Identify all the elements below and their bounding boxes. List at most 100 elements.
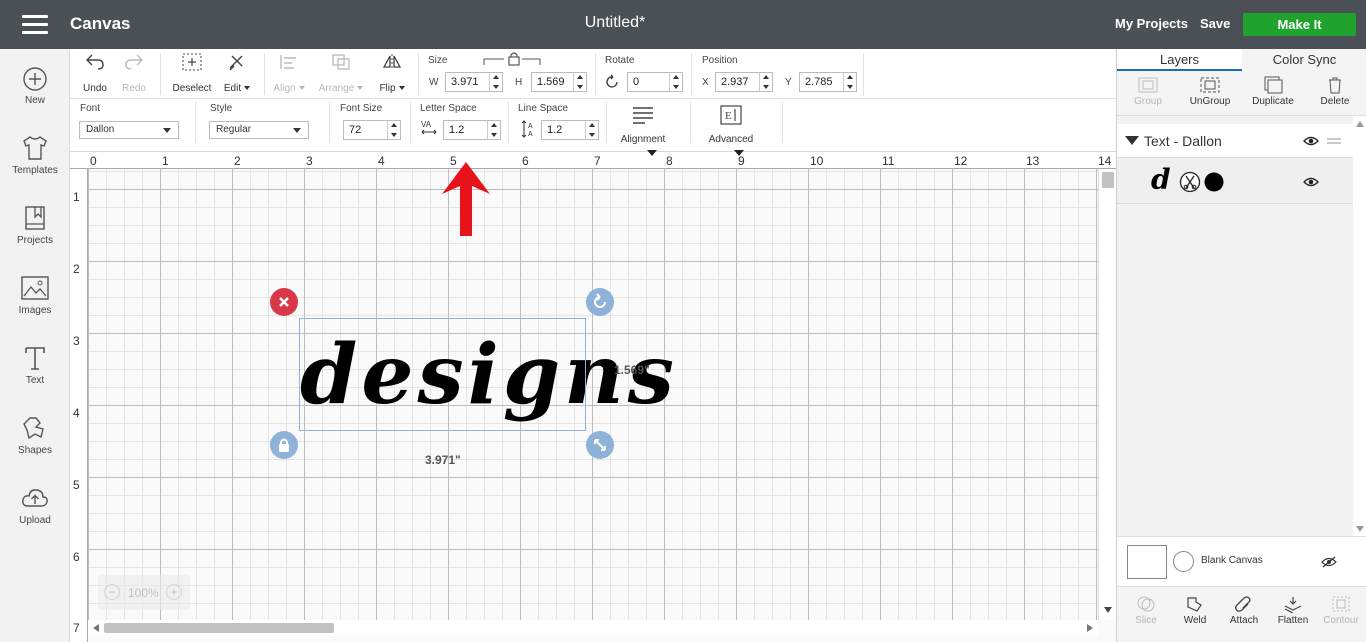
collapse-triangle-icon[interactable]: [1125, 136, 1139, 146]
canvas-color-swatch[interactable]: [1127, 545, 1167, 579]
scrollbar-thumb[interactable]: [1102, 172, 1114, 188]
height-field[interactable]: 1.569: [531, 72, 587, 92]
align-menu[interactable]: Align: [272, 52, 306, 94]
operation-cut-icon[interactable]: [1179, 171, 1201, 193]
weld-label: Weld: [1183, 615, 1207, 626]
font-select[interactable]: Dallon: [79, 121, 179, 139]
rotate-field[interactable]: 0: [627, 72, 683, 92]
sidebar-item-text[interactable]: Text: [0, 344, 70, 386]
layer-item-row[interactable]: d: [1117, 159, 1353, 204]
width-field[interactable]: 3.971: [445, 72, 503, 92]
drag-handle-icon[interactable]: [1327, 137, 1341, 145]
lock-icon: [279, 438, 289, 452]
deselect-button[interactable]: Deselect: [170, 52, 214, 94]
font-size-label: Font Size: [340, 103, 383, 114]
blank-canvas-row[interactable]: Blank Canvas: [1117, 536, 1366, 586]
color-swatch-icon[interactable]: [1203, 171, 1225, 193]
sidebar-item-upload[interactable]: Upload: [0, 484, 70, 526]
ruler-tick-label: 11: [882, 154, 895, 168]
width-stepper[interactable]: [489, 73, 502, 91]
font-size-stepper[interactable]: [387, 121, 400, 139]
letter-space-field[interactable]: 1.2: [443, 120, 501, 140]
font-size-field[interactable]: 72: [343, 120, 401, 140]
slice-button[interactable]: Slice: [1121, 595, 1171, 626]
height-stepper[interactable]: [573, 73, 586, 91]
tab-color-sync[interactable]: Color Sync: [1242, 49, 1366, 71]
chevron-down-icon: [398, 86, 405, 91]
font-value: Dallon: [86, 124, 115, 135]
vertical-scrollbar[interactable]: [1098, 169, 1116, 620]
flatten-button[interactable]: Flatten: [1268, 595, 1318, 626]
tab-layers[interactable]: Layers: [1117, 49, 1242, 71]
ruler-tick-label: 7: [594, 154, 601, 168]
sidebar-item-images[interactable]: Images: [0, 274, 70, 316]
divider: [410, 101, 411, 143]
weld-button[interactable]: Weld: [1170, 595, 1220, 626]
sidebar-item-projects[interactable]: Projects: [0, 204, 70, 246]
edit-icon: [229, 55, 243, 71]
divider: [195, 101, 196, 143]
ruler-tick-label: 14: [1098, 154, 1112, 168]
alignment-menu[interactable]: Alignment: [616, 105, 670, 145]
redo-button[interactable]: Redo: [121, 52, 147, 94]
style-select[interactable]: Regular: [209, 121, 309, 139]
flip-menu[interactable]: Flip: [375, 52, 409, 94]
blank-canvas-label: Blank Canvas: [1201, 555, 1263, 566]
canvas-color-picker[interactable]: [1173, 551, 1194, 572]
y-position-field[interactable]: 2.785: [799, 72, 857, 92]
delete-button[interactable]: Delete: [1310, 76, 1360, 107]
line-space-stepper[interactable]: [585, 121, 598, 139]
arrange-menu[interactable]: Arrange: [316, 52, 366, 94]
duplicate-button[interactable]: Duplicate: [1245, 76, 1301, 107]
resize-handle[interactable]: [586, 431, 614, 459]
image-icon: [21, 276, 49, 300]
layer-thumbnail: d: [1151, 163, 1171, 196]
redo-label: Redo: [122, 83, 146, 94]
sidebar-item-shapes[interactable]: Shapes: [0, 414, 70, 456]
lock-icon[interactable]: [482, 51, 544, 67]
group-button[interactable]: Group: [1123, 76, 1173, 107]
x-position-field[interactable]: 2.937: [715, 72, 773, 92]
height-dimension-label: 1.569": [614, 363, 650, 377]
zoom-in-button[interactable]: +: [166, 584, 182, 600]
contour-button[interactable]: Contour: [1316, 595, 1366, 626]
horizontal-scrollbar[interactable]: [88, 620, 1098, 635]
attach-button[interactable]: Attach: [1219, 595, 1269, 626]
flatten-label: Flatten: [1277, 615, 1309, 626]
chevron-down-icon: [163, 128, 171, 133]
letter-space-stepper[interactable]: [487, 121, 500, 139]
my-projects-link[interactable]: My Projects: [1115, 16, 1188, 31]
edit-menu[interactable]: Edit: [220, 52, 254, 94]
contour-label: Contour: [1323, 615, 1359, 626]
layer-group-row[interactable]: Text - Dallon: [1117, 124, 1353, 158]
scroll-right-icon[interactable]: [1086, 623, 1094, 633]
eye-icon[interactable]: [1303, 136, 1319, 146]
ungroup-button[interactable]: UnGroup: [1185, 76, 1235, 107]
advanced-menu[interactable]: E Advanced: [704, 104, 758, 145]
scrollbar-thumb[interactable]: [104, 623, 334, 633]
sidebar-item-templates[interactable]: Templates: [0, 134, 70, 176]
line-space-field[interactable]: 1.2: [541, 120, 599, 140]
save-button[interactable]: Save: [1200, 16, 1230, 31]
scroll-left-icon[interactable]: [92, 623, 100, 633]
y-stepper[interactable]: [843, 73, 856, 91]
panel-scrollbar[interactable]: [1353, 116, 1366, 536]
undo-button[interactable]: Undo: [82, 52, 108, 94]
scroll-up-icon[interactable]: [1356, 121, 1364, 127]
selection-box[interactable]: [299, 318, 586, 431]
sidebar-item-new[interactable]: New: [0, 66, 70, 106]
x-stepper[interactable]: [759, 73, 772, 91]
zoom-out-button[interactable]: −: [104, 584, 120, 600]
sidebar-item-label: Shapes: [18, 445, 52, 456]
lock-proportions-handle[interactable]: [270, 431, 298, 459]
rotate-handle[interactable]: [586, 288, 614, 316]
scroll-down-icon[interactable]: [1356, 526, 1364, 532]
scroll-down-icon[interactable]: [1103, 606, 1113, 614]
eye-icon[interactable]: [1303, 177, 1319, 187]
rotate-stepper[interactable]: [669, 73, 682, 91]
arrange-label: Arrange: [318, 83, 355, 94]
eye-hidden-icon[interactable]: [1321, 556, 1337, 568]
delete-handle[interactable]: [270, 288, 298, 316]
divider: [264, 53, 265, 95]
make-it-button[interactable]: Make It: [1243, 13, 1356, 36]
